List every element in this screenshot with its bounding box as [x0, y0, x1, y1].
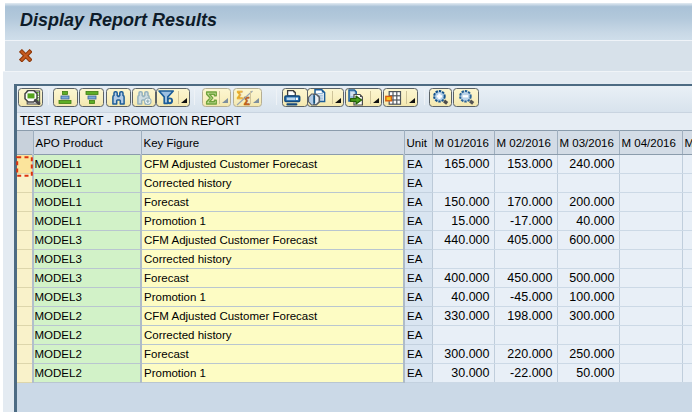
svg-text:Σ: Σ — [237, 90, 243, 101]
